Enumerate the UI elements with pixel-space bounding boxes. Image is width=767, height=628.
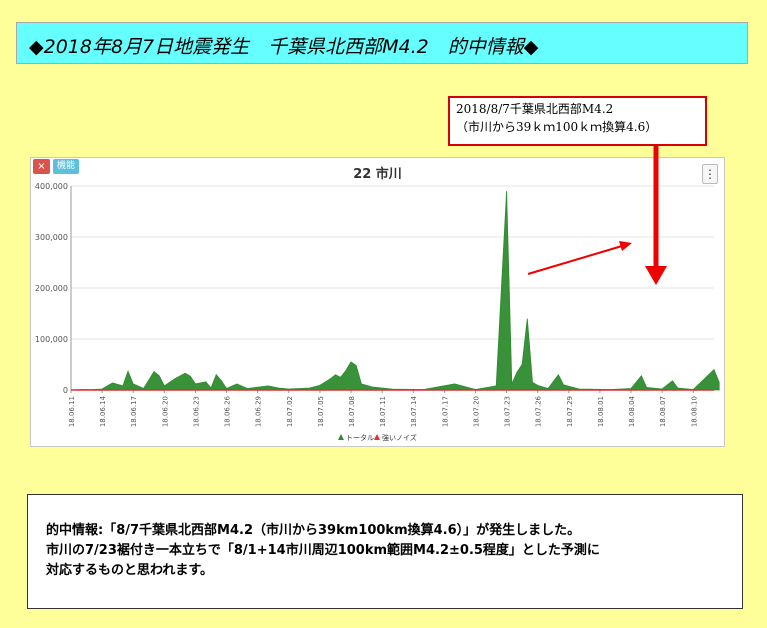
y-tick-label: 200,000 (35, 284, 68, 293)
annotation-line-2: （市川から39ｋｍ100ｋｍ換算4.6） (456, 120, 658, 134)
x-tick-label: 18.08.04 (628, 395, 636, 427)
menu-icon[interactable]: ⋮ (702, 164, 718, 184)
x-tick-label: 18.07.26 (535, 395, 543, 427)
legend-label: トータル (346, 433, 374, 442)
x-tick-label: 18.06.11 (68, 396, 76, 427)
info-line-2: 市川の7/23裾付き一本立ちで「8/1+14市川周辺100km範囲M4.2±0.… (46, 543, 600, 558)
x-tick-label: 18.06.26 (224, 395, 232, 427)
chart-title: 22 市川 (353, 167, 402, 182)
x-tick-label: 18.06.14 (99, 395, 107, 427)
title-bar: ◆2018年8月7日地震発生 千葉県北西部M4.2 的中情報◆ (16, 22, 748, 64)
x-tick-label: 18.06.17 (130, 396, 138, 427)
annotation-line-1: 2018/8/7千葉県北西部M4.2 (456, 102, 614, 116)
x-tick-label: 18.06.29 (255, 396, 263, 427)
x-tick-label: 18.06.20 (161, 396, 169, 427)
y-tick-label: 300,000 (35, 233, 68, 242)
x-tick-label: 18.07.20 (472, 396, 480, 427)
info-box: 的中情報:「8/7千葉県北西部M4.2（市川から39km100km換算4.6）」… (27, 494, 743, 609)
x-tick-label: 18.07.02 (286, 396, 294, 427)
chart-svg: 0 100,000 200,000 300,000 400,000 18.06.11 18.… (35, 182, 720, 442)
info-line-1: 的中情報:「8/7千葉県北西部M4.2（市川から39km100km換算4.6）」… (46, 523, 581, 538)
annotation-box: 2018/8/7千葉県北西部M4.2 （市川から39ｋｍ100ｋｍ換算4.6） (448, 96, 707, 146)
series-area-total (70, 191, 720, 391)
x-tick-label: 18.07.08 (348, 396, 356, 427)
x-tick-label: 18.07.29 (566, 396, 574, 427)
x-tick-label: 18.08.07 (659, 396, 667, 427)
x-tick-label: 18.08.01 (597, 396, 605, 427)
y-tick-label: 100,000 (35, 335, 68, 344)
x-tick-label: 18.08.10 (690, 396, 698, 427)
x-tick-label: 18.07.14 (410, 395, 418, 427)
info-line-3: 対応するものと思われます。 (46, 563, 214, 578)
x-tick-label: 18.07.11 (379, 396, 387, 427)
x-tick-label: 18.07.05 (317, 396, 325, 427)
y-tick-label: 400,000 (35, 182, 68, 191)
x-tick-label: 18.07.23 (504, 396, 512, 427)
x-tick-label: 18.06.23 (192, 396, 200, 427)
y-tick-label: 0 (63, 386, 68, 395)
legend-marker (338, 434, 344, 440)
page-title: ◆2018年8月7日地震発生 千葉県北西部M4.2 的中情報◆ (29, 36, 539, 58)
chart-panel: 0 100,000 200,000 300,000 400,000 18.06.11 18.… (30, 157, 725, 447)
legend-marker (374, 434, 380, 440)
x-tick-label: 18.07.17 (441, 396, 449, 427)
legend-label: 強いノイズ (382, 433, 417, 442)
